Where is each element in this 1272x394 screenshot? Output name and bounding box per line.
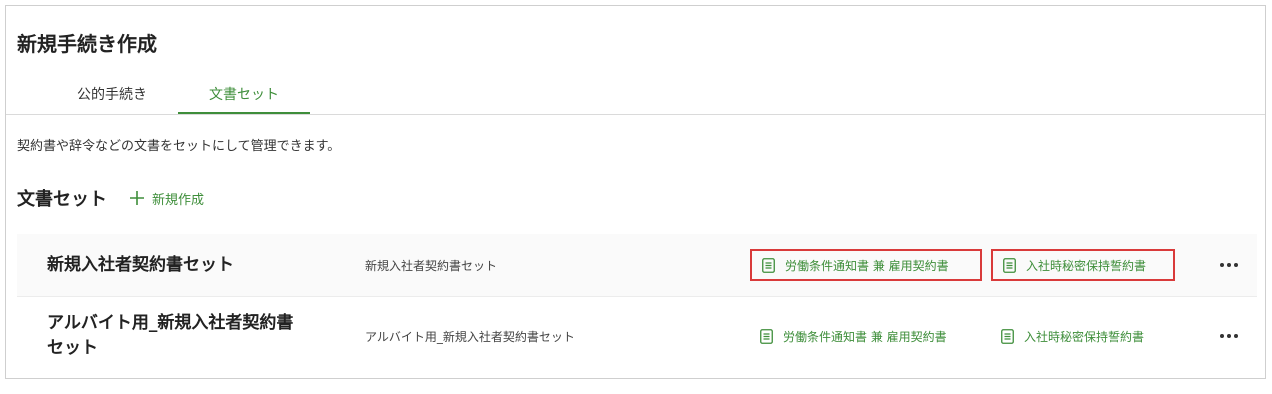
document-link[interactable]: 労働条件通知書 兼 雇用契約書: [750, 249, 982, 281]
create-new-label: 新規作成: [152, 192, 205, 208]
document-link-label: 入社時秘密保持誓約書: [1026, 258, 1147, 273]
document-link[interactable]: 入社時秘密保持誓約書: [991, 249, 1175, 281]
tab-bar: 公的手続き 文書セット: [6, 84, 1265, 115]
document-icon: [1001, 328, 1014, 344]
create-new-button[interactable]: 新規作成: [129, 189, 204, 208]
more-options-icon: [1220, 263, 1238, 267]
document-link[interactable]: 入社時秘密保持誓約書: [991, 320, 1175, 352]
section-description: 契約書や辞令などの文書をセットにして管理できます。: [17, 139, 341, 154]
document-link-label: 入社時秘密保持誓約書: [1024, 329, 1145, 344]
section-header: 文書セット 新規作成: [17, 184, 204, 212]
set-name[interactable]: 新規入社者契約書セット: [47, 253, 307, 278]
more-options-button[interactable]: [1217, 324, 1241, 348]
more-options-button[interactable]: [1217, 253, 1241, 277]
set-description: アルバイト用_新規入社者契約書セット: [365, 329, 575, 344]
document-set-row: アルバイト用_新規入社者契約書セット アルバイト用_新規入社者契約書セット 労働…: [17, 296, 1257, 375]
tab-document-sets[interactable]: 文書セット: [178, 84, 310, 114]
document-set-list: 新規入社者契約書セット 新規入社者契約書セット 労働条件通知書 兼 雇用契約書 …: [17, 234, 1257, 375]
document-icon: [760, 328, 773, 344]
set-name[interactable]: アルバイト用_新規入社者契約書セット: [47, 311, 307, 361]
document-icon: [1003, 257, 1016, 273]
section-title: 文書セット: [17, 189, 107, 210]
set-description: 新規入社者契約書セット: [365, 258, 498, 273]
more-options-icon: [1220, 334, 1238, 338]
document-icon: [762, 257, 775, 273]
document-link-label: 労働条件通知書 兼 雇用契約書: [783, 329, 947, 344]
plus-icon: [130, 191, 144, 205]
new-procedure-panel: 新規手続き作成 公的手続き 文書セット 契約書や辞令などの文書をセットにして管理…: [5, 5, 1266, 379]
page-title: 新規手続き作成: [17, 32, 157, 56]
document-set-row: 新規入社者契約書セット 新規入社者契約書セット 労働条件通知書 兼 雇用契約書 …: [17, 234, 1257, 296]
tab-public-procedures[interactable]: 公的手続き: [46, 84, 178, 113]
document-link[interactable]: 労働条件通知書 兼 雇用契約書: [750, 320, 982, 352]
document-link-label: 労働条件通知書 兼 雇用契約書: [785, 258, 949, 273]
